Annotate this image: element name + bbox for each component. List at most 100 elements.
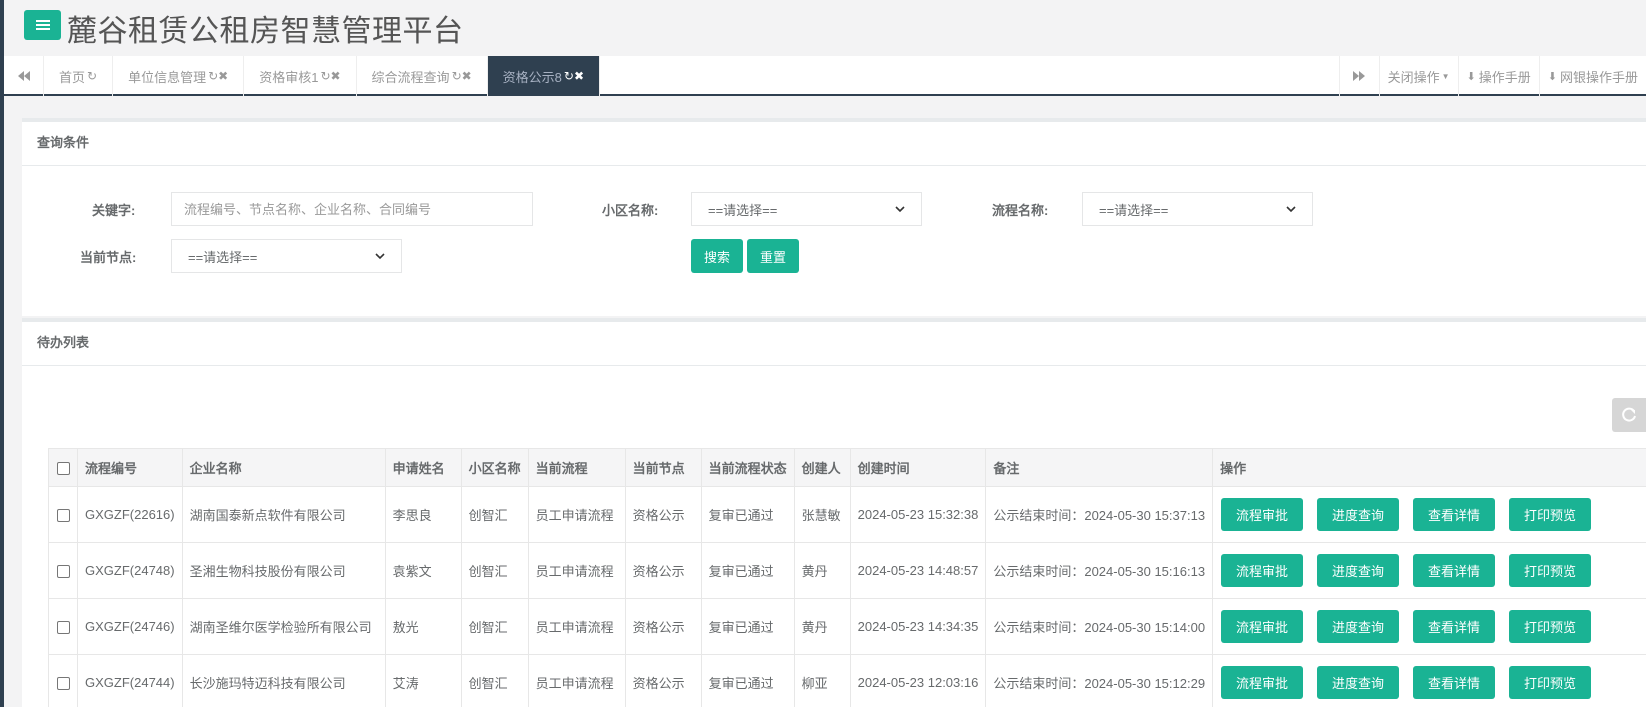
column-header: 申请姓名 xyxy=(384,448,462,487)
detail-button[interactable]: 查看详情 xyxy=(1413,498,1496,531)
refresh-icon[interactable]: ↻ xyxy=(87,69,97,83)
progress-button[interactable]: 进度查询 xyxy=(1317,498,1400,531)
column-header: 创建时间 xyxy=(849,448,987,487)
tab-process-query[interactable]: 综合流程查询 ↻✖ xyxy=(357,56,488,96)
cell-current-flow: 员工申请流程 xyxy=(527,486,626,543)
row-select-cell xyxy=(48,654,78,707)
bank-manual-label: 网银操作手册 xyxy=(1559,69,1638,85)
row-select-cell xyxy=(48,486,78,543)
progress-button[interactable]: 进度查询 xyxy=(1317,554,1400,587)
query-panel-title: 查询条件 xyxy=(22,122,1646,166)
header: 麓谷租赁公租房智慧管理平台 xyxy=(4,0,1646,56)
table-header-row: 流程编号 企业名称 申请姓名 小区名称 当前流程 当前节点 当前流程状态 创建人… xyxy=(48,448,1646,487)
row-checkbox[interactable] xyxy=(56,565,70,579)
app-title: 麓谷租赁公租房智慧管理平台 xyxy=(67,14,464,49)
print-preview-button[interactable]: 打印预览 xyxy=(1509,498,1592,531)
refresh-close-icon[interactable]: ↻✖ xyxy=(564,69,584,83)
cell-creator: 柳亚 xyxy=(793,654,851,707)
cell-flow-status: 复审已通过 xyxy=(700,486,795,543)
cell-current-node: 资格公示 xyxy=(624,598,702,655)
progress-button[interactable]: 进度查询 xyxy=(1317,666,1400,699)
column-header: 流程编号 xyxy=(77,448,183,487)
keyword-input[interactable] xyxy=(171,192,533,226)
row-select-cell xyxy=(48,598,78,655)
cell-actions: 流程审批 进度查询 查看详情 打印预览 xyxy=(1212,486,1646,543)
refresh-close-icon[interactable]: ↻✖ xyxy=(452,69,472,83)
chevron-down-icon xyxy=(1286,205,1296,212)
close-operations-dropdown[interactable]: 关闭操作 ▼ xyxy=(1378,56,1458,96)
cell-creator: 黄丹 xyxy=(793,542,851,599)
refresh-button[interactable] xyxy=(1612,398,1646,432)
node-select-value: ==请选择== xyxy=(188,249,258,265)
menu-toggle-button[interactable] xyxy=(24,10,61,40)
approve-button[interactable]: 流程审批 xyxy=(1221,610,1304,643)
refresh-icon xyxy=(1622,407,1636,422)
cell-current-node: 资格公示 xyxy=(624,654,702,707)
cell-community: 创智汇 xyxy=(460,654,529,707)
tab-home[interactable]: 首页 ↻ xyxy=(44,56,114,96)
tab-label: 综合流程查询 xyxy=(371,69,450,85)
cell-created-time: 2024-05-23 12:03:16 xyxy=(849,654,987,707)
tab-bar: 首页 ↻ 单位信息管理 ↻✖ 资格审核1 ↻✖ 综合流程查询 ↻✖ 资格公示8 … xyxy=(4,56,1646,96)
table-row: GXGZF(24744) 长沙施玛特迈科技有限公司 艾涛 创智汇 员工申请流程 … xyxy=(48,654,1646,707)
tab-qualification-publicity[interactable]: 资格公示8 ↻✖ xyxy=(487,56,601,96)
table-row: GXGZF(24748) 圣湘生物科技股份有限公司 袁紫文 创智汇 员工申请流程… xyxy=(48,542,1646,599)
cell-remark: 公示结束时间：2024-05-30 15:12:29 xyxy=(985,654,1214,707)
cell-remark: 公示结束时间：2024-05-30 15:16:13 xyxy=(985,542,1214,599)
approve-button[interactable]: 流程审批 xyxy=(1221,498,1304,531)
cell-applicant: 李思良 xyxy=(384,486,462,543)
backward-icon xyxy=(17,71,30,81)
tab-label: 资格审核1 xyxy=(259,69,319,85)
keyword-label: 关键字: xyxy=(92,203,136,218)
cell-community: 创智汇 xyxy=(460,598,529,655)
reset-button[interactable]: 重置 xyxy=(747,239,799,273)
refresh-close-icon[interactable]: ↻✖ xyxy=(208,69,228,83)
community-select[interactable]: ==请选择== xyxy=(691,192,922,226)
cell-created-time: 2024-05-23 14:48:57 xyxy=(849,542,987,599)
print-preview-button[interactable]: 打印预览 xyxy=(1509,554,1592,587)
select-all-checkbox[interactable] xyxy=(56,462,70,476)
approve-button[interactable]: 流程审批 xyxy=(1221,666,1304,699)
cell-remark: 公示结束时间：2024-05-30 15:14:00 xyxy=(985,598,1214,655)
list-panel-title: 待办列表 xyxy=(22,322,1646,366)
bank-manual-link[interactable]: ⬇ 网银操作手册 xyxy=(1538,56,1646,96)
table-row: GXGZF(24746) 湖南圣维尔医学检验所有限公司 敖光 创智汇 员工申请流… xyxy=(48,598,1646,655)
manual-link[interactable]: ⬇ 操作手册 xyxy=(1457,56,1539,96)
node-select[interactable]: ==请选择== xyxy=(171,239,402,273)
cell-flow-status: 复审已通过 xyxy=(700,654,795,707)
tab-unit-info[interactable]: 单位信息管理 ↻✖ xyxy=(113,56,245,96)
forward-icon xyxy=(1353,71,1366,81)
approve-button[interactable]: 流程审批 xyxy=(1221,554,1304,587)
column-header: 当前流程 xyxy=(527,448,626,487)
search-button[interactable]: 搜索 xyxy=(691,239,743,273)
flow-label: 流程名称: xyxy=(992,203,1049,218)
query-panel: 查询条件 关键字: 小区名称: ==请选择== 流程名称: ==请选择== 当前… xyxy=(22,118,1646,316)
detail-button[interactable]: 查看详情 xyxy=(1413,666,1496,699)
cell-community: 创智汇 xyxy=(460,486,529,543)
refresh-close-icon[interactable]: ↻✖ xyxy=(320,69,340,83)
cell-flow-status: 复审已通过 xyxy=(700,598,795,655)
hamburger-icon xyxy=(35,20,50,30)
row-checkbox[interactable] xyxy=(56,677,70,691)
tab-qualification-review[interactable]: 资格审核1 ↻✖ xyxy=(244,56,357,96)
row-checkbox[interactable] xyxy=(56,509,70,523)
column-header: 创建人 xyxy=(793,448,851,487)
column-header: 企业名称 xyxy=(181,448,386,487)
cell-current-flow: 员工申请流程 xyxy=(527,654,626,707)
progress-button[interactable]: 进度查询 xyxy=(1317,610,1400,643)
cell-created-time: 2024-05-23 15:32:38 xyxy=(849,486,987,543)
flow-select[interactable]: ==请选择== xyxy=(1082,192,1313,226)
cell-applicant: 袁紫文 xyxy=(384,542,462,599)
cell-flow-id: GXGZF(22616) xyxy=(77,486,183,543)
chevron-down-icon xyxy=(375,252,385,259)
tab-scroll-right-button[interactable] xyxy=(1338,56,1379,96)
chevron-down-icon xyxy=(895,205,905,212)
detail-button[interactable]: 查看详情 xyxy=(1413,554,1496,587)
page: 麓谷租赁公租房智慧管理平台 首页 ↻ 单位信息管理 ↻✖ 资格审核1 ↻✖ 综合… xyxy=(4,0,1646,707)
tab-scroll-left-button[interactable] xyxy=(4,56,44,96)
print-preview-button[interactable]: 打印预览 xyxy=(1509,610,1592,643)
print-preview-button[interactable]: 打印预览 xyxy=(1509,666,1592,699)
cell-created-time: 2024-05-23 14:34:35 xyxy=(849,598,987,655)
row-checkbox[interactable] xyxy=(56,621,70,635)
detail-button[interactable]: 查看详情 xyxy=(1413,610,1496,643)
